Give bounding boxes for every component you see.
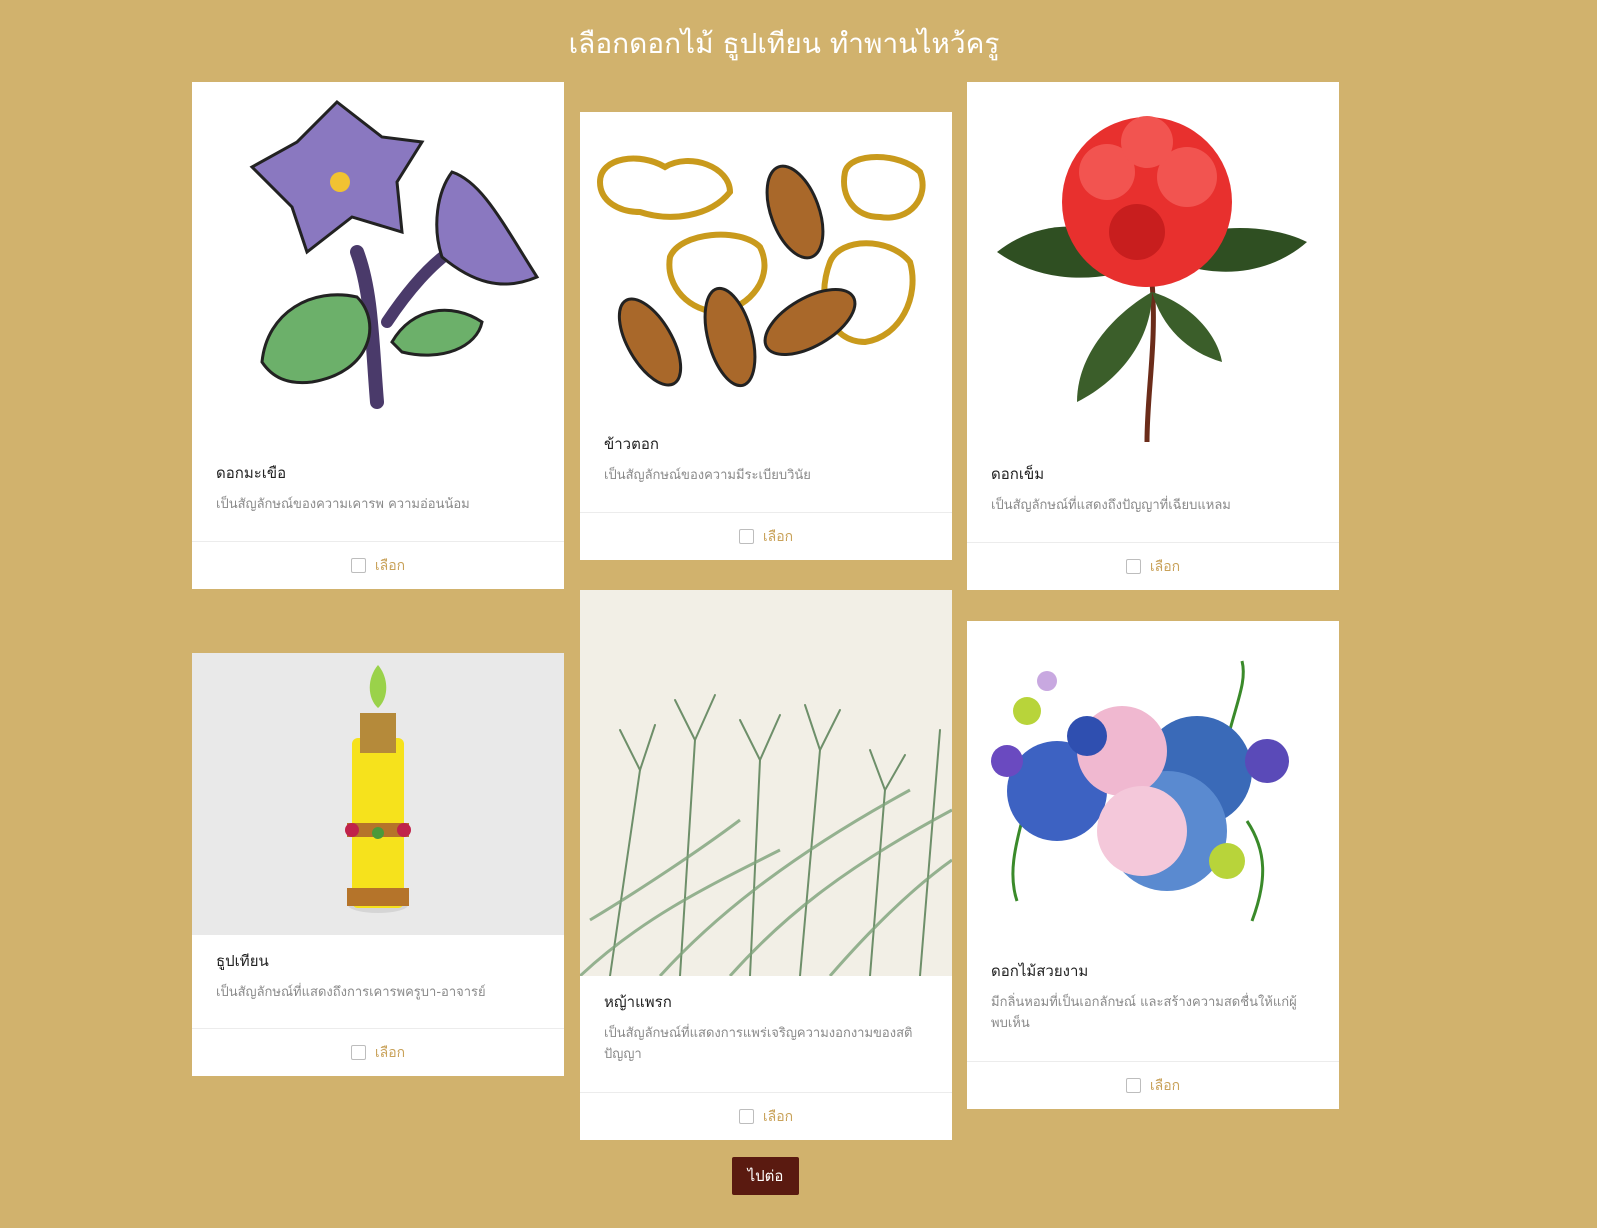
card-name: หญ้าแพรก	[604, 993, 672, 1011]
page-title: เลือกดอกไม้ ธูปเทียน ทำพานไหว้ครู	[568, 27, 1000, 60]
select-checkbox[interactable]	[350, 1045, 366, 1060]
card-description: เป็นสัญลักษณ์ที่แสดงถึงปัญญาที่เฉียบแหลม	[991, 498, 1231, 513]
card-name: ธูปเทียน	[216, 952, 269, 970]
select-label[interactable]: เลือก	[763, 1106, 793, 1128]
card-description: เป็นสัญลักษณ์ที่แสดงถึงการเคารพครูบา-อาจ…	[216, 985, 486, 1000]
card-description: เป็นสัญลักษณ์ของความมีระเบียบวินัย	[604, 468, 811, 483]
card-ixora-flower: ดอกเข็ม เป็นสัญลักษณ์ที่แสดงถึงปัญญาที่เ…	[967, 82, 1339, 590]
card-flower-bouquet: ดอกไม้สวยงาม มีกลิ่นหอมที่เป็นเอกลักษณ์ …	[967, 621, 1339, 1109]
next-button[interactable]: ไปต่อ	[732, 1157, 799, 1195]
incense-candle-image	[192, 653, 564, 935]
select-control[interactable]: เลือก	[580, 1092, 952, 1140]
eggplant-flower-image	[192, 82, 564, 447]
select-checkbox[interactable]	[738, 1109, 754, 1124]
card-puffed-rice: ข้าวตอก เป็นสัญลักษณ์ของความมีระเบียบวิน…	[580, 112, 952, 560]
select-checkbox[interactable]	[350, 558, 366, 573]
select-label[interactable]: เลือก	[1150, 1075, 1180, 1097]
card-description: เป็นสัญลักษณ์ที่แสดงการแพร่เจริญความงอกง…	[604, 1026, 913, 1062]
select-control[interactable]: เลือก	[192, 1028, 564, 1076]
card-name: ดอกเข็ม	[991, 465, 1045, 483]
select-label[interactable]: เลือก	[763, 526, 793, 548]
select-checkbox[interactable]	[738, 529, 754, 544]
ixora-flower-image	[967, 82, 1339, 448]
card-name: ดอกมะเขือ	[216, 464, 287, 482]
bermuda-grass-image	[580, 590, 952, 976]
select-label[interactable]: เลือก	[375, 555, 405, 577]
select-checkbox[interactable]	[1125, 1078, 1141, 1093]
card-description: มีกลิ่นหอมที่เป็นเอกลักษณ์ และสร้างความส…	[991, 995, 1297, 1031]
card-name: ข้าวตอก	[604, 435, 659, 453]
select-control[interactable]: เลือก	[967, 1061, 1339, 1109]
select-control[interactable]: เลือก	[580, 512, 952, 560]
select-control[interactable]: เลือก	[192, 541, 564, 589]
select-control[interactable]: เลือก	[967, 542, 1339, 590]
select-label[interactable]: เลือก	[375, 1042, 405, 1064]
puffed-rice-image	[580, 112, 952, 418]
flower-bouquet-image	[967, 621, 1339, 945]
select-checkbox[interactable]	[1125, 559, 1141, 574]
card-bermuda-grass: หญ้าแพรก เป็นสัญลักษณ์ที่แสดงการแพร่เจริ…	[580, 590, 952, 1140]
card-incense-candle: ธูปเทียน เป็นสัญลักษณ์ที่แสดงถึงการเคารพ…	[192, 653, 564, 1076]
card-name: ดอกไม้สวยงาม	[991, 962, 1089, 980]
card-description: เป็นสัญลักษณ์ของความเคารพ ความอ่อนน้อม	[216, 497, 470, 512]
select-label[interactable]: เลือก	[1150, 556, 1180, 578]
card-eggplant-flower: ดอกมะเขือ เป็นสัญลักษณ์ของความเคารพ ความ…	[192, 82, 564, 589]
